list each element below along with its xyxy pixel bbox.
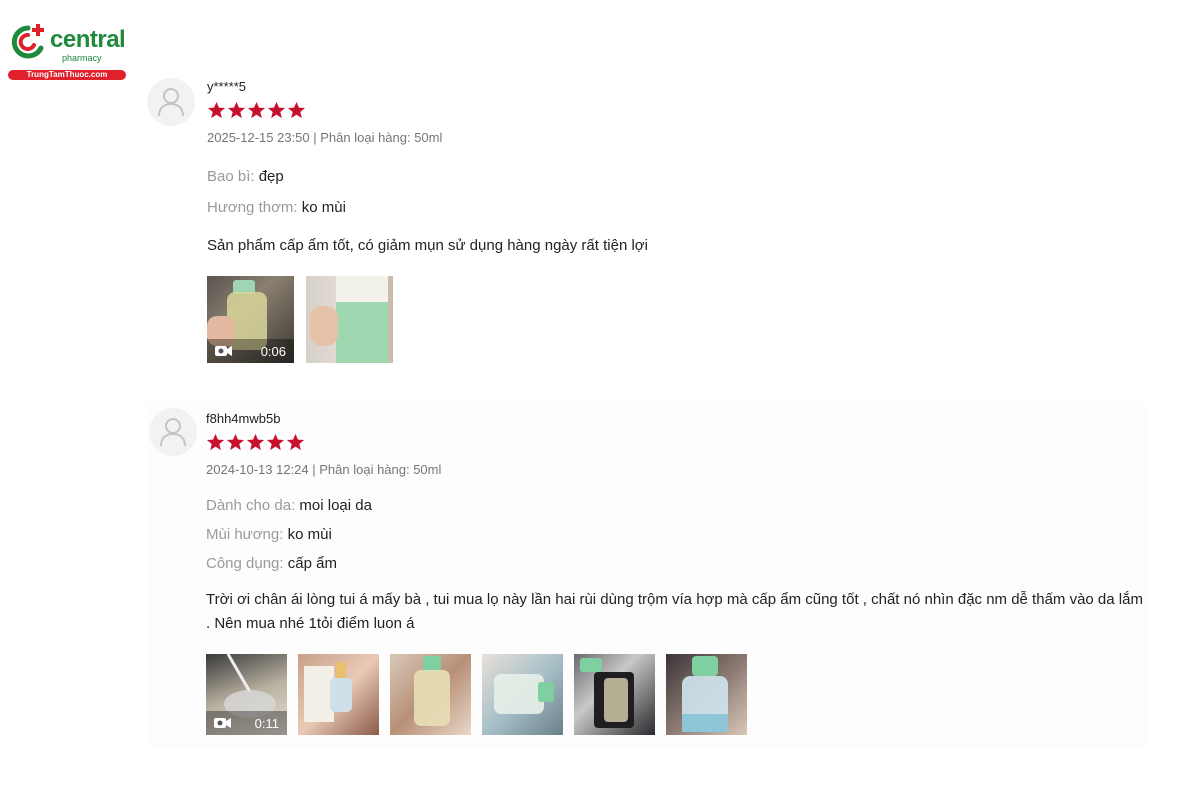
star-icon — [207, 101, 226, 119]
attribute-key: Công dụng: — [206, 555, 284, 572]
avatar — [147, 78, 195, 126]
attribute-value: ko mùi — [287, 526, 332, 543]
star-icon — [246, 433, 265, 451]
review-image-thumbnail[interactable] — [574, 654, 655, 735]
star-icon — [267, 101, 286, 119]
avatar — [149, 408, 197, 456]
star-icon — [266, 433, 285, 451]
review-media: 0:11 — [206, 654, 1147, 735]
review-meta: 2025-12-15 23:50 | Phân loại hàng: 50ml — [207, 130, 443, 145]
logo-icon — [11, 24, 44, 59]
video-duration: 0:06 — [260, 343, 286, 359]
serum-bottle-image — [682, 656, 728, 732]
review-image-thumbnail[interactable] — [666, 654, 747, 735]
star-icon — [247, 101, 266, 119]
review-text: Trời ơi chân ái lòng tui á mấy bà , tui … — [206, 591, 1143, 632]
star-icon — [206, 433, 225, 451]
star-icon — [286, 433, 305, 451]
video-camera-icon — [215, 346, 232, 356]
star-rating — [206, 433, 1147, 453]
star-icon — [227, 101, 246, 119]
review-image-thumbnail[interactable] — [306, 276, 393, 363]
review-text: Sản phẩm cấp ẩm tốt, có giảm mụn sử dụng… — [207, 237, 648, 254]
video-duration: 0:11 — [254, 715, 279, 731]
serum-bottle-image — [494, 674, 554, 714]
central-pharmacy-logo[interactable]: central pharmacy TrungTamThuoc.com — [8, 22, 128, 82]
packaging-image — [580, 658, 634, 728]
review-attribute: Mùi hương: ko mùi — [206, 525, 1147, 545]
review-image-thumbnail[interactable] — [390, 654, 471, 735]
attribute-key: Mùi hương: — [206, 526, 284, 543]
serum-bottle-image — [414, 656, 450, 726]
review-item: y*****5 2025-12-15 23:50 | Phân loại hàn… — [147, 78, 1147, 378]
review-username: y*****5 — [207, 79, 247, 94]
review-attribute: Hương thơm: ko mùi — [207, 198, 1147, 218]
product-box-image — [310, 276, 388, 363]
logo-name: central — [50, 26, 126, 53]
review-attribute: Bao bì: đẹp — [207, 167, 1147, 187]
review-video-thumbnail[interactable]: 0:06 — [207, 276, 294, 363]
review-image-thumbnail[interactable] — [298, 654, 379, 735]
review-attribute: Công dụng: cấp ẩm — [206, 554, 1147, 574]
review-media: 0:06 — [207, 276, 1147, 363]
review-username: f8hh4mwb5b — [206, 411, 281, 426]
attribute-key: Hương thơm: — [207, 199, 298, 216]
user-icon — [160, 418, 186, 447]
user-icon — [158, 88, 184, 117]
attribute-key: Dành cho da: — [206, 497, 296, 514]
product-hand-image — [304, 662, 352, 722]
attribute-value: đẹp — [258, 168, 284, 185]
review-video-thumbnail[interactable]: 0:11 — [206, 654, 287, 735]
review-image-thumbnail[interactable] — [482, 654, 563, 735]
star-icon — [287, 101, 306, 119]
logo-subtitle: pharmacy — [62, 53, 102, 63]
attribute-key: Bao bì: — [207, 168, 255, 185]
star-rating — [207, 101, 1147, 121]
video-overlay: 0:11 — [206, 711, 287, 735]
attribute-value: cấp ẩm — [287, 555, 337, 572]
review-attribute: Dành cho da: moi loại da — [206, 496, 1147, 516]
video-overlay: 0:06 — [207, 339, 294, 363]
attribute-value: moi loại da — [299, 497, 372, 514]
review-meta: 2024-10-13 12:24 | Phân loại hàng: 50ml — [206, 462, 442, 477]
attribute-value: ko mùi — [301, 199, 346, 216]
video-camera-icon — [214, 718, 231, 728]
logo-url: TrungTamThuoc.com — [8, 70, 126, 80]
star-icon — [226, 433, 245, 451]
review-item: f8hh4mwb5b 2024-10-13 12:24 | Phân loại … — [147, 402, 1147, 747]
